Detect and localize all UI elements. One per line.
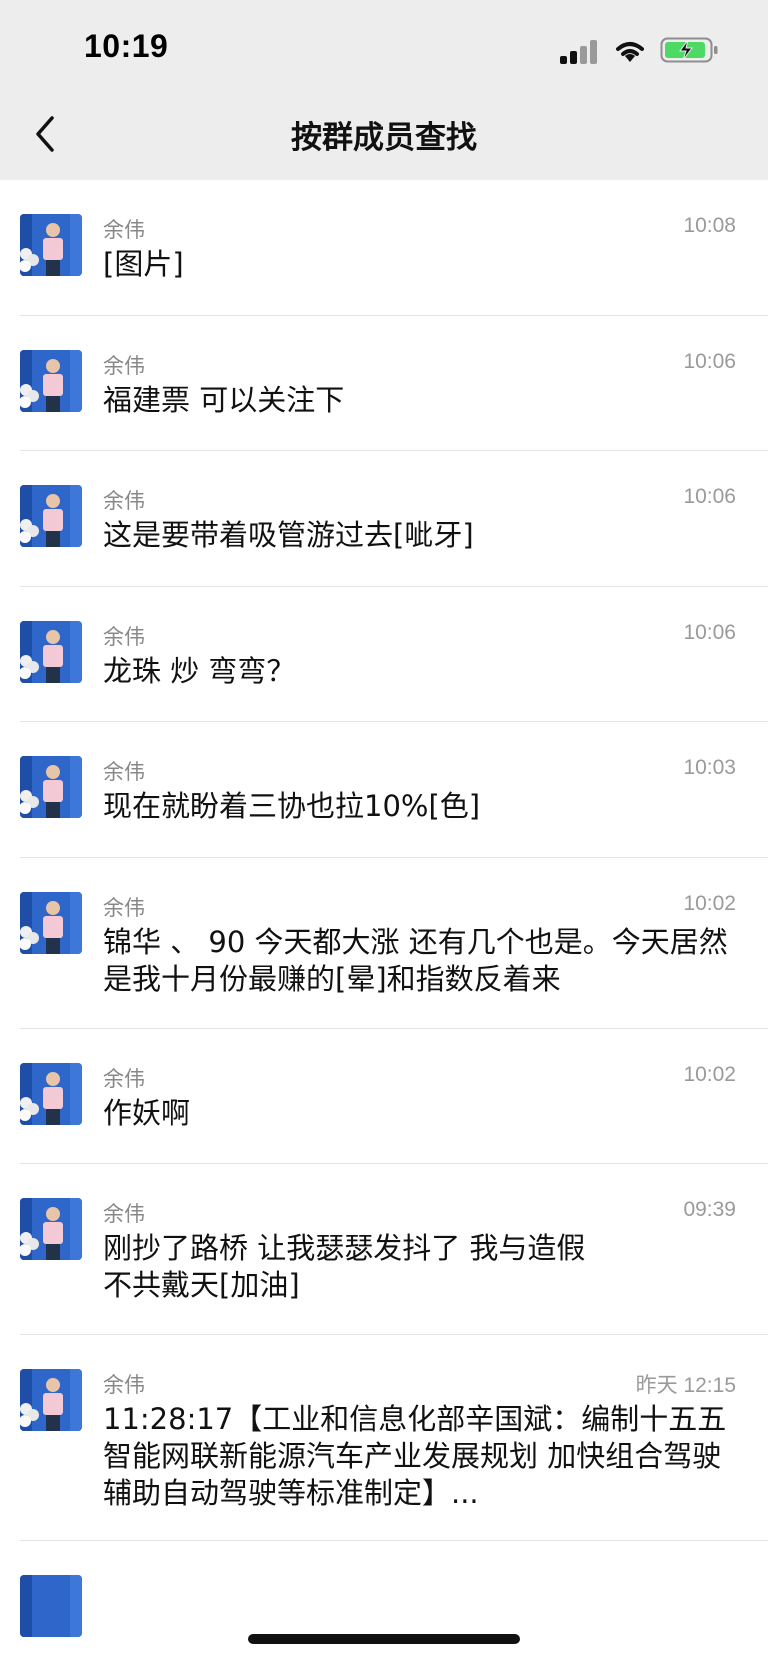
avatar[interactable] [20, 214, 82, 276]
status-time: 10:19 [84, 28, 169, 64]
avatar[interactable] [20, 1198, 82, 1260]
message-text: 福建票 可以关注下 [103, 383, 345, 417]
sender-name: 余伟 [103, 897, 145, 920]
message-time: 10:06 [683, 485, 736, 508]
message-text: 刚抄了路桥 让我瑟瑟发抖了 我与造假不共戴天[加油] [103, 1231, 586, 1302]
message-row[interactable]: 余伟 10:03 现在就盼着三协也拉10%[色] [0, 722, 768, 858]
wifi-icon [616, 42, 644, 62]
message-text: 锦华 、 90 今天都大涨 还有几个也是。今天居然是我十月份最赚的[晕]和指数反… [103, 925, 728, 996]
message-text: 作妖啊 [103, 1096, 191, 1130]
message-text: [图片] [103, 247, 184, 281]
avatar[interactable] [20, 892, 82, 954]
top-bar: 10:19 按群成员查找 [0, 0, 768, 180]
message-list[interactable]: 余伟 10:08 [图片] 余伟 10:06 福建票 可以关注下 余伟 10:0… [0, 180, 768, 1637]
sender-name: 余伟 [103, 219, 145, 242]
sender-name: 余伟 [103, 1374, 145, 1397]
message-time: 10:02 [683, 892, 736, 915]
message-time: 10:03 [683, 756, 736, 779]
message-text: 现在就盼着三协也拉10%[色] [103, 789, 481, 823]
message-time: 昨天 12:15 [635, 1374, 736, 1397]
message-time: 10:06 [683, 621, 736, 644]
message-row[interactable]: 余伟 10:02 锦华 、 90 今天都大涨 还有几个也是。今天居然是我十月份最… [0, 858, 768, 1029]
avatar[interactable] [20, 1369, 82, 1431]
message-row[interactable]: 余伟 10:06 龙珠 炒 弯弯？ [0, 587, 768, 722]
message-row[interactable] [0, 1541, 768, 1637]
message-text: 龙珠 炒 弯弯？ [103, 654, 296, 688]
message-row[interactable]: 余伟 10:08 [图片] [0, 180, 768, 316]
message-time: 10:06 [683, 350, 736, 373]
avatar[interactable] [20, 621, 82, 683]
message-row[interactable]: 余伟 昨天 12:15 11:28:17【工业和信息化部辛国斌：编制十五五智能网… [0, 1335, 768, 1541]
avatar[interactable] [20, 1063, 82, 1125]
message-text: 这是要带着吸管游过去[呲牙] [103, 518, 474, 552]
home-indicator[interactable] [248, 1634, 520, 1644]
battery-charging-icon [660, 37, 718, 63]
sender-name: 余伟 [103, 1203, 145, 1226]
message-time: 10:08 [683, 214, 736, 237]
page-title: 按群成员查找 [291, 120, 477, 155]
sender-name: 余伟 [103, 626, 145, 649]
avatar[interactable] [20, 1575, 82, 1637]
sender-name: 余伟 [103, 761, 145, 784]
message-row[interactable]: 余伟 09:39 刚抄了路桥 让我瑟瑟发抖了 我与造假不共戴天[加油] [0, 1164, 768, 1335]
avatar[interactable] [20, 485, 82, 547]
message-text: 11:28:17【工业和信息化部辛国斌：编制十五五智能网联新能源汽车产业发展规划… [103, 1402, 727, 1510]
message-row[interactable]: 余伟 10:06 这是要带着吸管游过去[呲牙] [0, 451, 768, 587]
sender-name: 余伟 [103, 355, 145, 378]
cellular-signal-icon [560, 40, 604, 64]
avatar[interactable] [20, 350, 82, 412]
sender-name: 余伟 [103, 490, 145, 513]
sender-name: 余伟 [103, 1068, 145, 1091]
message-time: 09:39 [683, 1198, 736, 1221]
avatar[interactable] [20, 756, 82, 818]
message-row[interactable]: 余伟 10:02 作妖啊 [0, 1029, 768, 1164]
message-row[interactable]: 余伟 10:06 福建票 可以关注下 [0, 316, 768, 451]
message-time: 10:02 [683, 1063, 736, 1086]
